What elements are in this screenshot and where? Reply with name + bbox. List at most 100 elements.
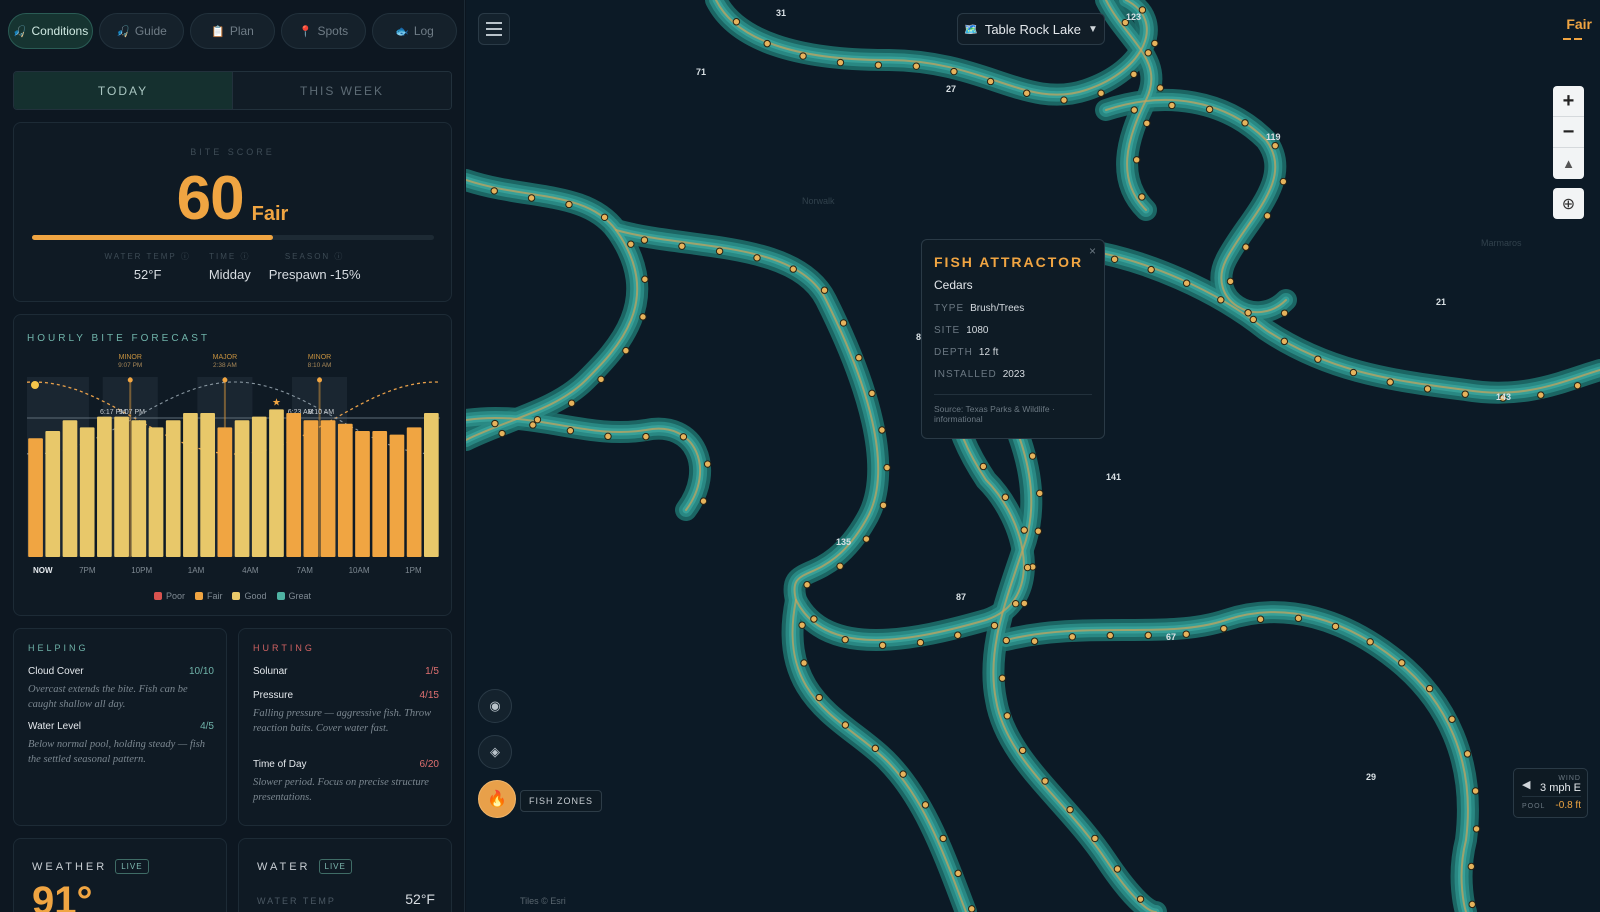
fish-spot-marker bbox=[878, 426, 886, 434]
marker-line bbox=[318, 377, 321, 557]
fish-spot-marker bbox=[641, 275, 649, 283]
fish-spot-marker bbox=[979, 462, 988, 471]
water-title: WATER LIVE bbox=[257, 859, 352, 874]
fish-spot-marker bbox=[1106, 631, 1114, 640]
water-temp-value: 52°F bbox=[405, 891, 435, 907]
fish-spot-marker bbox=[1263, 212, 1272, 220]
popup-row-site: SITE 1080 bbox=[934, 325, 989, 336]
forecast-bar bbox=[200, 413, 215, 557]
fish-spot-marker bbox=[604, 432, 612, 441]
marker-time: 2:38 AM bbox=[213, 362, 237, 369]
nav-label: Plan bbox=[229, 24, 254, 38]
fish-zones-label: FISH ZONES bbox=[520, 790, 603, 812]
fish-spot-marker bbox=[841, 721, 850, 729]
item-score: 10/10 bbox=[188, 666, 214, 677]
lake-map[interactable]: 3112371271198914113567291432187 Norwalk … bbox=[466, 0, 1600, 912]
fish-spot-marker bbox=[1034, 527, 1042, 535]
x-tick-label: 7AM bbox=[296, 566, 313, 575]
locate-button[interactable]: ⊕ bbox=[1553, 188, 1584, 219]
fish-spot-marker bbox=[899, 770, 907, 778]
tab-today[interactable]: TODAY bbox=[14, 72, 233, 109]
close-icon[interactable]: × bbox=[1089, 244, 1096, 258]
fish-spot-marker bbox=[1472, 825, 1481, 833]
fish-spot-marker bbox=[1144, 49, 1152, 57]
fish-spot-marker bbox=[1256, 615, 1265, 623]
fish-spot-marker bbox=[986, 77, 995, 86]
nav-spots-button[interactable]: 📍 Spots bbox=[281, 13, 366, 49]
curve-time-label: 9:07 PM bbox=[119, 409, 145, 416]
menu-button[interactable] bbox=[478, 13, 510, 45]
hamburger-line bbox=[486, 34, 502, 36]
fish-spot-marker bbox=[640, 236, 649, 244]
tab-this-week[interactable]: THIS WEEK bbox=[233, 72, 451, 109]
fish-zones-button[interactable]: 🔥 bbox=[478, 780, 516, 818]
nav-label: Guide bbox=[134, 24, 167, 38]
fishing-rod-icon: 🎣 bbox=[12, 25, 27, 38]
item-score: 4/5 bbox=[200, 721, 214, 732]
marker-time: 9:07 PM bbox=[118, 362, 142, 369]
depth-label: 141 bbox=[1106, 472, 1121, 482]
fish-spot-marker bbox=[1018, 746, 1027, 755]
layers-icon: ◈ bbox=[490, 744, 500, 759]
marker-dot bbox=[317, 377, 323, 383]
item-name: Water Level bbox=[28, 721, 81, 732]
flame-icon: 🔥 bbox=[487, 791, 507, 808]
fish-spot-marker bbox=[841, 635, 849, 644]
item-score: 1/5 bbox=[425, 666, 439, 677]
weather-title-text: WEATHER bbox=[32, 860, 108, 873]
compass-reset-button[interactable]: ▲ bbox=[1553, 148, 1584, 179]
fish-spot-marker bbox=[839, 319, 848, 327]
factor-season[interactable]: SEASON ⓘ Prespawn -15% bbox=[269, 251, 361, 284]
nav-log-button[interactable]: 🐟 Log bbox=[372, 13, 457, 49]
water-temp-row: WATER TEMP 52°F bbox=[257, 891, 435, 907]
nav-conditions-button[interactable]: 🎣 Conditions bbox=[8, 13, 93, 49]
fish-spot-marker bbox=[715, 247, 724, 255]
fish-spot-marker bbox=[1182, 279, 1191, 287]
fish-spot-marker bbox=[763, 39, 771, 48]
water-title-text: WATER bbox=[257, 860, 311, 873]
zoom-in-button[interactable]: + bbox=[1553, 86, 1584, 117]
map-icon: 🗺️ bbox=[964, 23, 978, 36]
forecast-bar bbox=[389, 434, 405, 557]
fish-spot-marker bbox=[1205, 105, 1214, 114]
factor-water-temp[interactable]: WATER TEMP ⓘ 52°F bbox=[104, 251, 190, 284]
nav-plan-button[interactable]: 📋 Plan bbox=[190, 13, 275, 49]
hurting-item-time-of-day: Time of Day 6/20 Slower period. Focus on … bbox=[253, 759, 439, 805]
item-desc: Falling pressure — aggressive fish. Thro… bbox=[253, 708, 432, 734]
fish-spot-marker bbox=[491, 419, 499, 428]
fish-spot-marker bbox=[1314, 355, 1322, 363]
lake-selector[interactable]: 🗺️ Table Rock Lake ▼ bbox=[957, 13, 1105, 45]
forecast-bar bbox=[355, 431, 370, 557]
zoom-out-button[interactable]: − bbox=[1553, 117, 1584, 148]
lake-contour-layer[interactable]: 3112371271198914113567291432187 bbox=[466, 0, 1600, 912]
fish-spot-marker bbox=[1030, 637, 1039, 645]
weather-card: WEATHER LIVE 91° bbox=[13, 838, 227, 912]
depth-label: 71 bbox=[696, 67, 706, 77]
fish-spot-marker bbox=[836, 58, 845, 67]
legend-great: Great bbox=[276, 591, 311, 601]
forecast-bar bbox=[28, 438, 43, 557]
target-icon: ◉ bbox=[489, 698, 501, 713]
fish-spot-marker bbox=[529, 421, 537, 429]
fish-spot-marker bbox=[1023, 89, 1031, 97]
fish-spot-marker bbox=[533, 415, 542, 424]
factor-value: Midday bbox=[208, 267, 251, 282]
fish-spot-marker bbox=[1002, 636, 1010, 645]
helping-item-water-level: Water Level 4/5 Below normal pool, holdin… bbox=[28, 721, 214, 767]
fish-spot-marker bbox=[1028, 452, 1037, 460]
wind-pool-panel: ◀ WIND 3 mph E POOL -0.8 ft bbox=[1513, 768, 1588, 818]
fish-spot-marker bbox=[1226, 277, 1235, 286]
forecast-bar bbox=[423, 413, 439, 557]
factor-time[interactable]: TIME ⓘ Midday bbox=[209, 251, 251, 284]
fish-spot-marker bbox=[1537, 391, 1545, 399]
fish-spot-marker bbox=[1147, 265, 1155, 274]
fish-spot-marker bbox=[1168, 101, 1176, 110]
recenter-button[interactable]: ◉ bbox=[478, 689, 512, 723]
bite-factors: WATER TEMP ⓘ 52°F TIME ⓘ Midday SEASON ⓘ… bbox=[14, 251, 451, 284]
hourly-forecast-card: HOURLY BITE FORECAST MINOR 9:07 PM MAJOR 2:… bbox=[13, 314, 452, 616]
nav-guide-button[interactable]: 🎣 Guide bbox=[99, 13, 184, 49]
fish-spot-marker bbox=[921, 801, 930, 809]
x-tick-label: NOW bbox=[33, 566, 53, 575]
layers-button[interactable]: ◈ bbox=[478, 735, 512, 769]
fish-spot-marker bbox=[1182, 630, 1190, 638]
